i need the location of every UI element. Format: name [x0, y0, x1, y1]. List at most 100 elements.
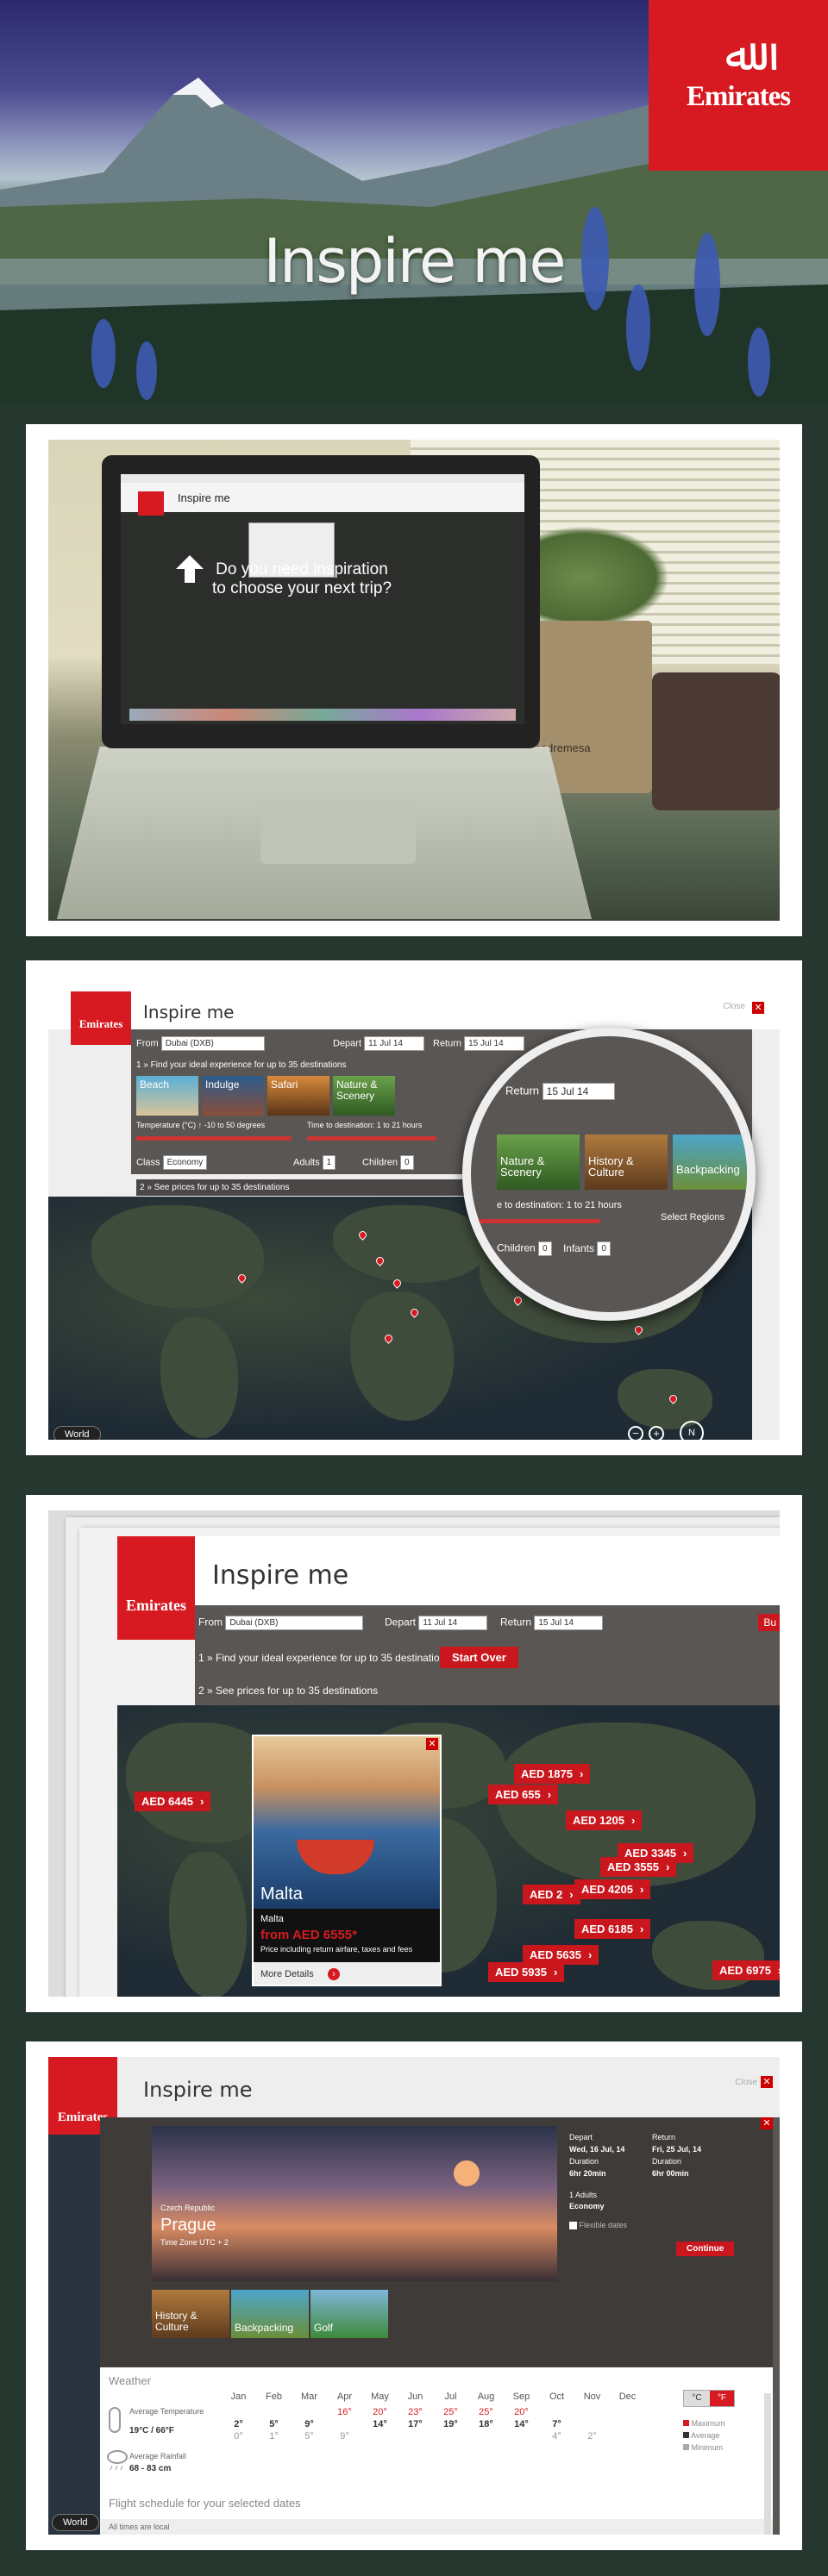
world-button[interactable]: World	[53, 1426, 101, 1440]
max-temp-cell: 25°	[479, 2407, 493, 2417]
search-form: From Dubai (DXB) Depart 11 Jul 14 Return…	[195, 1605, 780, 1705]
from-field[interactable]: Dubai (DXB)	[225, 1616, 364, 1630]
zoom-experience-nature[interactable]: Nature & Scenery	[497, 1135, 580, 1190]
emirates-wordmark: Emirates	[686, 81, 791, 112]
price-tag[interactable]: AED 5935	[488, 1962, 565, 1982]
close-icon[interactable]: ✕	[752, 1002, 764, 1014]
zoom-infants-select[interactable]: 0	[597, 1241, 611, 1256]
emirates-calligraphy-icon: ﷲ	[724, 29, 752, 81]
more-details-arrow-icon[interactable]: ›	[328, 1968, 340, 1980]
price-tag[interactable]: AED 3555	[600, 1857, 677, 1877]
start-over-button[interactable]: Start Over	[440, 1647, 518, 1668]
zoom-return-field[interactable]: 15 Jul 14	[542, 1083, 615, 1100]
thermometer-icon	[109, 2407, 121, 2433]
price-tag[interactable]: AED 655	[488, 1785, 559, 1804]
experience-beach[interactable]: Beach	[136, 1076, 198, 1116]
children-select[interactable]: 0	[400, 1155, 414, 1170]
overlay-close-icon[interactable]: ✕	[761, 2117, 773, 2129]
zoom-in-icon[interactable]: +	[649, 1426, 664, 1440]
passenger-count: 1 Adults	[569, 2191, 598, 2199]
currency-button[interactable]: Bu	[758, 1614, 780, 1631]
zoom-time-label: e to destination: 1 to 21 hours	[497, 1200, 622, 1210]
max-temp-row: 16° 20° 23° 25° 25° 20°	[221, 2407, 645, 2417]
close-link[interactable]: Close	[723, 1002, 745, 1011]
inspiration-question: Do you need inspiration to choose your n…	[211, 560, 392, 597]
price-tag[interactable]: AED 1205	[566, 1810, 643, 1830]
experience-nature[interactable]: Nature & Scenery	[333, 1076, 395, 1116]
experience-indulge[interactable]: Indulge	[202, 1076, 264, 1116]
celsius-button[interactable]: °C	[684, 2391, 710, 2406]
price-tag[interactable]: AED 2	[523, 1885, 580, 1904]
screen-header: Inspire me	[121, 483, 524, 516]
emirates-logo-text: Emirates	[126, 1597, 186, 1614]
depart-label: Depart	[569, 2133, 593, 2141]
continue-button[interactable]: Continue	[676, 2241, 735, 2256]
depart-label: Depart	[333, 1038, 362, 1049]
popup-price: from AED 6555*	[260, 1928, 357, 1942]
price-tag[interactable]: AED 6975	[712, 1960, 780, 1980]
adults-select[interactable]: 1	[322, 1155, 336, 1170]
world-map[interactable]: AED 6445 AED 1875 AED 655 AED 1205 AED 3…	[117, 1705, 780, 1997]
temperature-slider[interactable]	[136, 1136, 292, 1141]
avg-rain-label: Average Rainfall	[129, 2452, 186, 2460]
month-label: Mar	[301, 2392, 317, 2402]
close-icon[interactable]: ✕	[761, 2076, 773, 2088]
flight-schedule-title: Flight schedule for your selected dates	[109, 2497, 301, 2510]
page-title: Inspire me	[143, 1002, 235, 1022]
return-date-field[interactable]: 15 Jul 14	[464, 1036, 525, 1051]
experience-safari[interactable]: Safari	[267, 1076, 329, 1116]
fahrenheit-button[interactable]: °F	[710, 2391, 734, 2406]
month-label: Jun	[407, 2392, 423, 2402]
emirates-logo-box[interactable]: Emirates	[117, 1536, 195, 1640]
price-tag[interactable]: AED 5635	[523, 1945, 599, 1965]
select-regions[interactable]: Select Regions	[661, 1212, 724, 1222]
unit-toggle[interactable]: °C °F	[683, 2390, 735, 2407]
experience-backpacking[interactable]: Backpacking	[231, 2290, 309, 2338]
experience-golf[interactable]: Golf	[310, 2290, 388, 2338]
adults-label: Adults	[293, 1157, 320, 1168]
emirates-logo-box[interactable]: Emirates	[71, 991, 131, 1045]
scrollbar[interactable]	[764, 2393, 771, 2535]
depart-label: Depart	[385, 1616, 417, 1629]
time-slider[interactable]	[307, 1136, 436, 1141]
zoom-time-slider[interactable]	[471, 1219, 600, 1223]
zoom-experience-backpacking[interactable]: Backpacking	[673, 1135, 747, 1190]
temp-legend: Maximum Average Minimum	[683, 2417, 725, 2454]
compass-icon[interactable]: N	[680, 1421, 704, 1440]
legend-max: Maximum	[691, 2419, 725, 2428]
month-label: May	[371, 2392, 389, 2402]
close-link[interactable]: Close	[735, 2078, 757, 2087]
world-button[interactable]: World	[52, 2514, 99, 2531]
more-details-link[interactable]: More Details	[260, 1969, 314, 1979]
coffee-mug	[652, 672, 780, 810]
browser-bar	[121, 474, 524, 483]
depart-date-field[interactable]: 11 Jul 14	[418, 1616, 488, 1630]
flexible-dates-checkbox[interactable]	[569, 2222, 577, 2230]
avg-temp-cell: 18°	[479, 2419, 493, 2429]
local-times-note: All times are local	[109, 2523, 170, 2531]
zoom-out-icon[interactable]: −	[628, 1426, 643, 1440]
screen-title: Inspire me	[178, 491, 230, 504]
price-tag[interactable]: AED 6185	[574, 1919, 651, 1939]
return-date-field[interactable]: 15 Jul 14	[534, 1616, 604, 1630]
from-field[interactable]: Dubai (DXB)	[160, 1036, 265, 1051]
popup-close-icon[interactable]: ✕	[426, 1738, 438, 1750]
destination-detail-panel: Emirates Inspire me Close ✕ World Czech …	[26, 2041, 802, 2550]
experience-history[interactable]: History & Culture	[152, 2290, 229, 2338]
zoom-experience-history[interactable]: History & Culture	[585, 1135, 668, 1190]
month-label: Feb	[266, 2392, 282, 2402]
depart-date-field[interactable]: 11 Jul 14	[364, 1036, 425, 1051]
avg-temp-value: 19°C / 66°F	[129, 2426, 174, 2435]
zoom-children-select[interactable]: 0	[538, 1241, 552, 1256]
hero-banner: ﷲ Emirates Inspire me	[0, 0, 828, 405]
laptop-screen: Inspire me Do you need inspiration to ch…	[121, 474, 524, 724]
class-select[interactable]: Economy	[162, 1155, 208, 1170]
emirates-logo-text: Emirates	[78, 1017, 123, 1030]
min-temp-cell: 0°	[234, 2431, 243, 2442]
price-tag[interactable]: AED 6445	[135, 1791, 211, 1811]
avg-temp-cell: 14°	[514, 2419, 529, 2429]
month-label: Nov	[583, 2392, 601, 2402]
price-tag[interactable]: AED 4205	[574, 1879, 651, 1899]
emirates-logo[interactable]: ﷲ Emirates	[649, 0, 828, 171]
price-tag[interactable]: AED 1875	[514, 1764, 591, 1784]
